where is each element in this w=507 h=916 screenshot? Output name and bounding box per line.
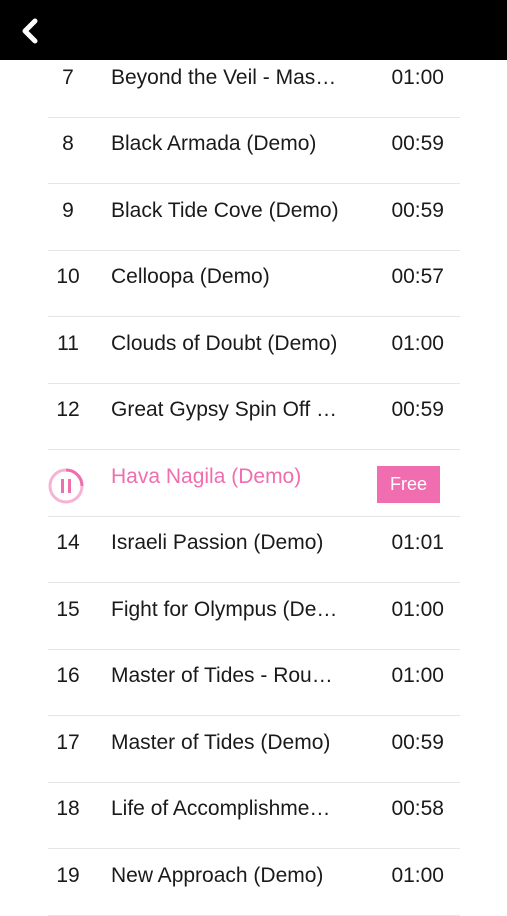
track-title: Black Tide Cove (Demo) [111,199,339,222]
track-duration: 01:00 [391,66,444,89]
track-title: Life of Accomplishme… [111,797,331,820]
track-duration: 00:59 [391,398,444,421]
track-duration: 00:59 [391,132,444,155]
track-duration: 01:01 [391,531,444,554]
track-duration: 01:00 [391,864,444,887]
track-number: 16 [56,664,80,687]
track-number: 8 [62,132,74,155]
pause-icon [48,468,84,504]
track-title: Fight for Olympus (De… [111,598,338,621]
track-duration: 00:58 [391,797,444,820]
track-row[interactable]: 9 Black Tide Cove (Demo) 00:59 [48,185,460,251]
track-title: Beyond the Veil - Mas… [111,66,337,89]
track-row[interactable]: 11 Clouds of Doubt (Demo) 01:00 [48,318,460,384]
track-number: 18 [56,797,80,820]
back-button[interactable] [14,14,48,48]
track-row[interactable]: 19 New Approach (Demo) 01:00 [48,850,460,916]
track-number: 14 [56,531,80,554]
pause-button[interactable] [48,468,84,504]
track-row-playing[interactable]: Hava Nagila (Demo) Free [48,451,460,517]
track-row[interactable]: 8 Black Armada (Demo) 00:59 [48,118,460,184]
track-duration: 00:59 [391,199,444,222]
track-title: Clouds of Doubt (Demo) [111,332,338,355]
track-duration: 00:59 [391,731,444,754]
track-duration: 01:00 [391,664,444,687]
track-number: 11 [57,332,79,355]
track-title: Master of Tides - Rou… [111,664,333,687]
track-number: 19 [56,864,80,887]
track-duration: 01:00 [391,332,444,355]
track-row[interactable]: 14 Israeli Passion (Demo) 01:01 [48,517,460,583]
track-title: New Approach (Demo) [111,864,324,887]
track-row[interactable]: 15 Fight for Olympus (De… 01:00 [48,584,460,650]
track-title: Celloopa (Demo) [111,265,270,288]
track-row[interactable]: 7 Beyond the Veil - Mas… 01:00 [48,52,460,118]
track-title: Hava Nagila (Demo) [111,465,302,488]
track-number: 9 [62,199,74,222]
free-badge[interactable]: Free [377,466,440,503]
track-number: 10 [56,265,80,288]
track-row[interactable]: 12 Great Gypsy Spin Off … 00:59 [48,384,460,450]
top-bar [0,0,507,60]
track-number: 15 [56,598,80,621]
track-duration: 01:00 [391,598,444,621]
track-number: 7 [62,66,74,89]
track-title: Great Gypsy Spin Off … [111,398,338,421]
track-title: Israeli Passion (Demo) [111,531,324,554]
track-number: 12 [56,398,80,421]
track-row[interactable]: 10 Celloopa (Demo) 00:57 [48,251,460,317]
track-duration: 00:57 [391,265,444,288]
track-number: 17 [56,731,80,754]
track-row[interactable]: 18 Life of Accomplishme… 00:58 [48,783,460,849]
track-title: Black Armada (Demo) [111,132,317,155]
track-title: Master of Tides (Demo) [111,731,331,754]
chevron-left-icon [22,18,38,44]
track-row[interactable]: 17 Master of Tides (Demo) 00:59 [48,717,460,783]
track-row[interactable]: 16 Master of Tides - Rou… 01:00 [48,650,460,716]
